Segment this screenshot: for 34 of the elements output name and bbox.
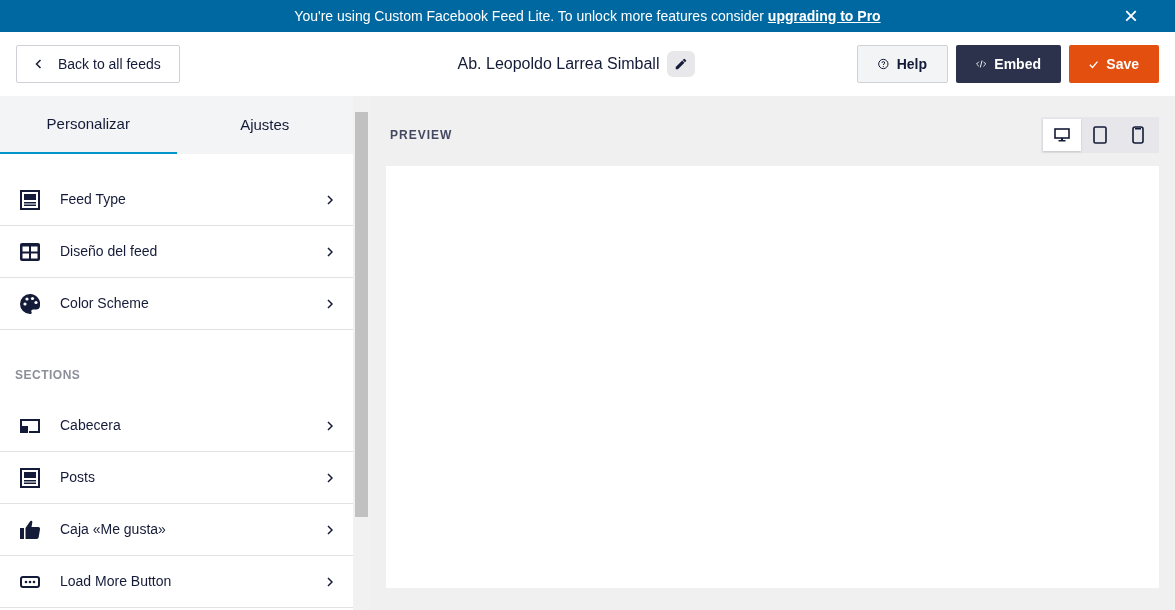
- phone-icon: [1132, 126, 1144, 144]
- close-button[interactable]: ×: [1123, 3, 1139, 29]
- help-button[interactable]: Help: [857, 45, 948, 83]
- pencil-icon: [674, 57, 689, 71]
- post-layout-icon: [20, 189, 40, 210]
- scrollbar[interactable]: [353, 96, 370, 610]
- chevron-right-icon: [327, 472, 333, 483]
- notice-text: You're using Custom Facebook Feed Lite. To unlock more features consider: [294, 6, 764, 26]
- device-button[interactable]: [1043, 119, 1081, 151]
- edit-button[interactable]: [667, 51, 696, 77]
- chevron-right-icon: [327, 246, 333, 257]
- scrollbar-thumb[interactable]: [355, 112, 368, 517]
- feed-title: Ab. Leopoldo Larrea Simball: [457, 54, 660, 74]
- chevron-right-icon: [327, 298, 333, 309]
- chevron-right-icon: [327, 524, 333, 535]
- back-button[interactable]: Back to all feeds: [16, 45, 180, 83]
- embed-button[interactable]: Embed: [956, 45, 1061, 83]
- chevron-left-icon: [35, 59, 42, 69]
- window-icon: [20, 418, 40, 433]
- save-button[interactable]: Save: [1069, 45, 1159, 83]
- chevron-right-icon: [327, 576, 333, 587]
- preview-heading: PREVIEW: [390, 127, 453, 144]
- tablet-icon: [1093, 126, 1107, 144]
- thumbs-up-icon: [20, 520, 40, 539]
- chevron-right-icon: [327, 194, 333, 205]
- button-icon: [20, 575, 40, 588]
- post-layout-icon: [20, 467, 40, 488]
- grid-icon: [20, 242, 40, 261]
- chevron-right-icon: [327, 420, 333, 431]
- monitor-icon: [1054, 128, 1070, 142]
- palette-icon: [20, 293, 40, 314]
- section-heading: SECTIONS: [14, 367, 82, 384]
- help-icon: [878, 56, 889, 72]
- upgrade-link[interactable]: upgrading to Pro: [767, 5, 881, 27]
